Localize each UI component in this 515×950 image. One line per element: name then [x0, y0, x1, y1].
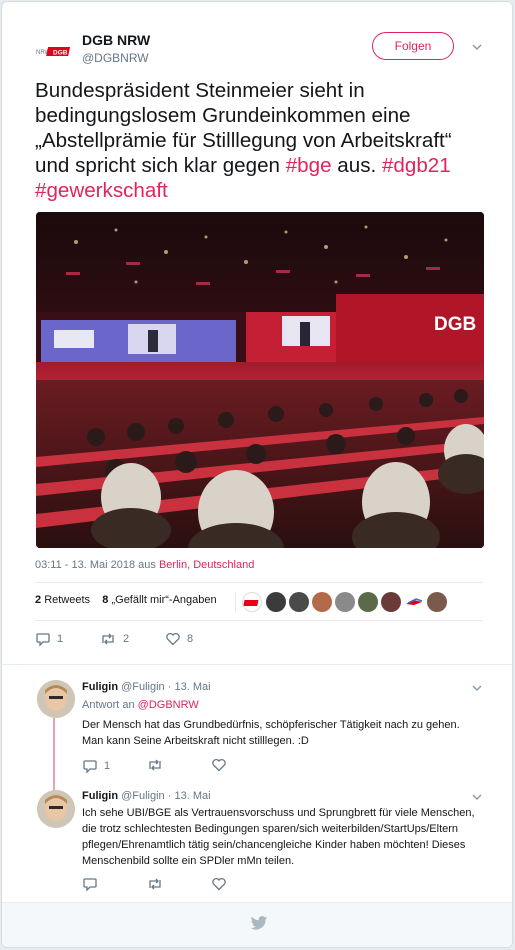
reply-author-handle[interactable]: @Fuligin: [121, 681, 165, 693]
likes-count: 8: [102, 594, 109, 606]
liker-avatar[interactable]: [381, 592, 401, 612]
liker-avatar[interactable]: [289, 592, 309, 612]
retweets-count: 2: [35, 594, 42, 606]
retweets-stat[interactable]: 2 Retweets: [35, 594, 90, 606]
reply-to-handle[interactable]: @DGBNRW: [138, 699, 199, 711]
reply-avatar[interactable]: [37, 790, 75, 828]
retweet-icon[interactable]: [146, 757, 164, 773]
like-count: 8: [187, 633, 194, 645]
location-link[interactable]: Berlin, Deutschland: [159, 559, 254, 571]
tweet-photo[interactable]: DGB: [36, 212, 484, 548]
reply-action[interactable]: 1: [35, 630, 63, 648]
reply-author[interactable]: Fuligin @Fuligin · 13. Mai: [82, 790, 211, 802]
like-action[interactable]: 8: [165, 630, 193, 648]
tweet-card: NRW DGB DGB NRW @DGBNRW Folgen Bundesprä…: [1, 1, 513, 948]
tweet-timestamp[interactable]: 03:11 - 13. Mai 2018 aus Berlin, Deutsch…: [35, 559, 254, 571]
heart-icon: [166, 632, 180, 646]
reply-date[interactable]: · 13. Mai: [168, 790, 211, 802]
svg-text:DGB: DGB: [53, 50, 68, 57]
tweet-actions: 1 2 8: [35, 630, 235, 650]
dgb-logo[interactable]: NRW DGB: [35, 38, 75, 60]
reply-icon: [83, 760, 97, 774]
follow-button[interactable]: Folgen: [372, 32, 454, 60]
tweet-text: Bundespräsident Steinmeier sieht in bedi…: [35, 78, 485, 203]
retweets-label: Retweets: [44, 594, 91, 606]
thread-divider: [2, 664, 512, 665]
reply-text: Ich sehe UBI/BGE als Vertrauensvorschuss…: [82, 807, 475, 867]
reply-date[interactable]: · 13. Mai: [168, 681, 211, 693]
retweet-icon: [102, 633, 114, 645]
likes-stat[interactable]: 8 „Gefällt mir“-Angaben: [102, 594, 216, 606]
reply-avatar[interactable]: [37, 680, 75, 718]
reply-to-label: Antwort an: [82, 699, 135, 711]
liker-avatar[interactable]: [358, 592, 378, 612]
twitter-bird-icon[interactable]: [250, 916, 268, 931]
divider: [35, 582, 483, 583]
tweet-connector: aus.: [337, 154, 377, 177]
reply-text: Der Mensch hat das Grundbedürfnis, schöp…: [82, 719, 460, 747]
reply-action[interactable]: 1: [82, 757, 110, 775]
thread-connector: [53, 718, 55, 792]
heart-icon[interactable]: [211, 757, 227, 773]
reply-author-name[interactable]: Fuligin: [82, 790, 118, 802]
reply-icon: [36, 633, 50, 647]
retweet-count: 2: [123, 633, 130, 645]
reply-icon[interactable]: [82, 876, 98, 892]
conference-hall-image: DGB: [36, 212, 484, 548]
likes-label: „Gefällt mir“-Angaben: [111, 594, 217, 606]
retweet-action[interactable]: 2: [99, 630, 129, 648]
retweet-icon[interactable]: [146, 876, 164, 892]
liker-avatar[interactable]: [335, 592, 355, 612]
chevron-down-icon[interactable]: [472, 42, 482, 52]
stats-separator: [235, 592, 236, 612]
reply-author-name[interactable]: Fuligin: [82, 681, 118, 693]
reply-count: 1: [104, 760, 111, 772]
reply-author[interactable]: Fuligin @Fuligin · 13. Mai: [82, 681, 211, 693]
author-handle[interactable]: @DGBNRW: [82, 51, 149, 65]
hashtag-dgb21[interactable]: #dgb21: [382, 154, 451, 177]
liker-avatar[interactable]: [312, 592, 332, 612]
reply-author-handle[interactable]: @Fuligin: [121, 790, 165, 802]
reply-count: 1: [57, 633, 64, 645]
reply-context: Antwort an @DGBNRW: [82, 699, 199, 711]
chevron-down-icon[interactable]: [472, 792, 482, 802]
tweet-header: NRW DGB DGB NRW @DGBNRW Folgen: [35, 30, 483, 70]
heart-icon[interactable]: [211, 876, 227, 892]
author-name[interactable]: DGB NRW: [82, 32, 150, 48]
embed-footer: [2, 902, 512, 947]
tweet-stats: 2 Retweets 8 „Gefällt mir“-Angaben: [35, 594, 217, 606]
divider: [35, 620, 483, 621]
hashtag-bge[interactable]: #bge: [286, 154, 332, 177]
liker-avatar[interactable]: [404, 592, 424, 612]
timestamp-text[interactable]: 03:11 - 13. Mai 2018 aus: [35, 559, 156, 571]
dgb-stage-logo: DGB: [434, 314, 476, 335]
liker-avatar[interactable]: [266, 592, 286, 612]
hashtag-gewerkschaft[interactable]: #gewerkschaft: [35, 179, 168, 202]
liker-avatar[interactable]: [242, 592, 262, 612]
liker-avatar[interactable]: [427, 592, 447, 612]
chevron-down-icon[interactable]: [472, 683, 482, 693]
